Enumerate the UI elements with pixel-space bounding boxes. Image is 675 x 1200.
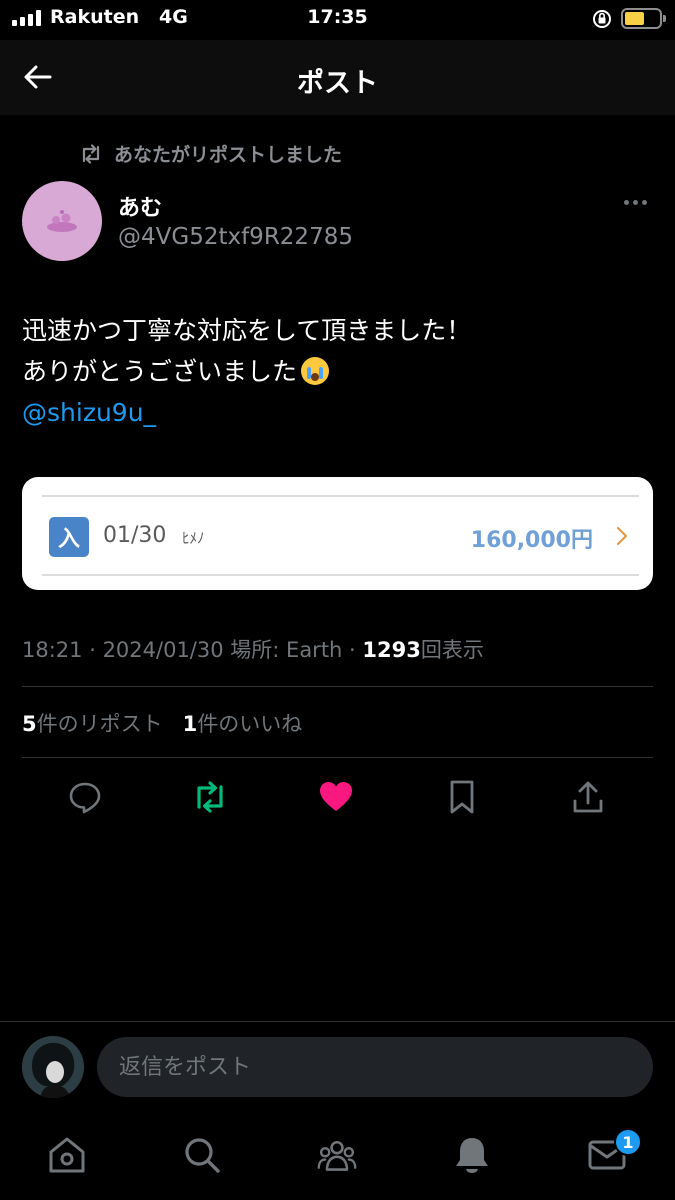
my-avatar[interactable]: [22, 1036, 84, 1098]
income-badge: 入: [49, 517, 89, 557]
tab-bar: [0, 1111, 675, 1200]
reply-bar: [0, 1021, 675, 1111]
reposts-count: 5: [22, 712, 37, 736]
attached-image[interactable]: 入 01/30 ﾋﾒﾉ 160,000円: [22, 477, 653, 590]
divider: [42, 495, 639, 497]
tab-communities[interactable]: [317, 1135, 357, 1175]
reposts-label: 件のリポスト: [36, 712, 163, 736]
post-date: 2024/01/30: [102, 638, 224, 662]
reply-button[interactable]: [66, 778, 104, 816]
repost-icon: [197, 781, 223, 813]
transaction-amount: 160,000円: [470, 528, 593, 553]
divider: [42, 574, 639, 576]
notifications-icon: [456, 1138, 488, 1173]
chevron-right-icon: [616, 526, 628, 546]
my-avatar-image: [22, 1036, 84, 1098]
top-bar: ポスト: [0, 40, 675, 115]
tab-search[interactable]: [182, 1135, 222, 1175]
crying-face-emoji-icon: [301, 357, 330, 385]
author-handle[interactable]: @4VG52txf9R22785: [118, 224, 353, 250]
orientation-lock-icon: [593, 10, 611, 28]
divider: [22, 757, 653, 758]
likes-stat[interactable]: 1件のいいね: [183, 712, 303, 736]
home-icon: [49, 1137, 85, 1173]
tab-home[interactable]: [47, 1135, 87, 1175]
post-time: 18:21: [22, 638, 83, 662]
mention-link[interactable]: @shizu9u_: [22, 392, 652, 433]
page-title: ポスト: [297, 68, 378, 99]
search-icon: [185, 1138, 220, 1173]
repost-button[interactable]: [191, 778, 229, 816]
status-time: 17:35: [307, 6, 368, 28]
view-count: 1293: [362, 638, 421, 662]
avatar[interactable]: [22, 181, 102, 261]
bookmark-button[interactable]: [443, 778, 481, 816]
battery-icon: [621, 8, 666, 29]
heart-icon: [320, 782, 352, 811]
more-options-icon[interactable]: [624, 200, 647, 205]
transaction-date: 01/30: [103, 523, 167, 548]
repost-icon: [82, 143, 100, 164]
likes-count: 1: [182, 712, 198, 736]
post-text-line: 迅速かつ丁寧な対応をして頂きました！: [22, 316, 472, 345]
bookmark-icon: [450, 780, 474, 814]
communities-icon: [317, 1141, 357, 1171]
avatar-image: [47, 210, 77, 232]
author-name[interactable]: あむ: [118, 190, 162, 222]
post-text: 迅速かつ丁寧な対応をして頂きました！ ありがとうございました @shizu9u_: [22, 310, 652, 433]
status-bar: Rakuten 4G 17:35: [0, 0, 675, 40]
messages-badge: 1: [614, 1128, 642, 1156]
like-button[interactable]: [317, 778, 355, 816]
repost-context: あなたがリポストしました: [78, 140, 342, 167]
reposts-stat[interactable]: 5件のリポスト: [22, 712, 163, 736]
engagement-stats: 5件のリポスト 1件のいいね: [22, 708, 302, 738]
post-text-line-2-text: ありがとうございました: [22, 357, 298, 386]
share-icon: [573, 781, 603, 813]
divider: [22, 686, 653, 687]
comment-icon: [69, 782, 101, 814]
reply-input[interactable]: [97, 1037, 653, 1097]
likes-label: 件のいいね: [197, 712, 303, 736]
view-label: 回表示: [420, 638, 484, 662]
tab-notifications[interactable]: [452, 1135, 492, 1175]
share-button[interactable]: [569, 778, 607, 816]
transaction-description: ﾋﾒﾉ: [182, 529, 205, 547]
post-meta: 18:21 · 2024/01/30 場所: Earth · 1293回表示: [22, 638, 484, 662]
post-text-line-2: ありがとうございました: [22, 351, 652, 392]
post-location: 場所: Earth: [230, 638, 343, 662]
repost-context-label: あなたがリポストしました: [114, 144, 343, 166]
